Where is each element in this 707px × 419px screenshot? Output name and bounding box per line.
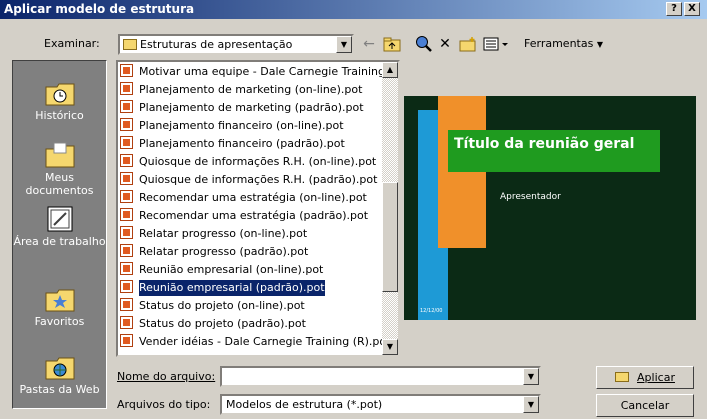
look-in-dropdown[interactable]: Estruturas de apresentação ▼: [118, 34, 354, 55]
delete-icon[interactable]: ✕: [436, 34, 454, 54]
template-file-icon: [120, 118, 133, 131]
look-in-label: Examinar:: [44, 37, 100, 50]
search-web-icon[interactable]: [414, 34, 434, 54]
vertical-scrollbar[interactable]: ▲ ▼: [382, 62, 398, 355]
title-bar: Aplicar modelo de estrutura: [0, 0, 707, 19]
cancel-button[interactable]: Cancelar: [596, 394, 694, 417]
template-file-icon: [120, 172, 133, 185]
list-item[interactable]: Quiosque de informações R.H. (padrão).po…: [120, 172, 384, 190]
chevron-down-icon[interactable]: ▼: [523, 368, 539, 385]
list-item[interactable]: Recomendar uma estratégia (padrão).pot: [120, 208, 384, 226]
filetype-dropdown[interactable]: Modelos de estrutura (*.pot) ▼: [220, 394, 541, 415]
template-preview: Título da reunião geral Apresentador 12/…: [404, 96, 696, 320]
list-item[interactable]: Recomendar uma estratégia (on-line).pot: [120, 190, 384, 208]
views-icon[interactable]: [482, 34, 512, 54]
preview-footer: 12/12/00: [420, 308, 443, 314]
template-file-icon: [120, 262, 133, 275]
preview-title-box: Título da reunião geral: [448, 130, 660, 172]
list-item[interactable]: Planejamento de marketing (on-line).pot: [120, 82, 384, 100]
template-file-icon: [120, 154, 133, 167]
template-file-icon: [120, 316, 133, 329]
template-file-icon: [120, 100, 133, 113]
template-file-icon: [120, 334, 133, 347]
list-item[interactable]: Motivar uma equipe - Dale Carnegie Train…: [120, 64, 398, 82]
web-folders-icon: [44, 353, 76, 381]
list-item[interactable]: Status do projeto (on-line).pot: [120, 298, 384, 316]
filename-label: Nome do arquivo:: [117, 370, 216, 383]
open-folder-icon: [615, 372, 630, 382]
new-folder-icon[interactable]: [458, 34, 478, 54]
list-item[interactable]: Vender idéias - Dale Carnegie Training (…: [120, 334, 390, 352]
template-file-icon: [120, 280, 133, 293]
chevron-down-icon[interactable]: ▼: [523, 396, 539, 413]
filetype-label: Arquivos do tipo:: [117, 398, 211, 411]
template-file-icon: [120, 82, 133, 95]
template-file-icon: [120, 136, 133, 149]
favorites-icon: [44, 285, 76, 313]
preview-title: Título da reunião geral: [454, 136, 635, 152]
close-button[interactable]: X: [684, 2, 700, 16]
help-button[interactable]: ?: [666, 2, 682, 16]
list-item[interactable]: Status do projeto (padrão).pot: [120, 316, 384, 334]
place-history[interactable]: Histórico: [13, 79, 106, 122]
desktop-icon: [44, 205, 76, 233]
chevron-down-icon: ▼: [596, 40, 603, 49]
place-favorites[interactable]: Favoritos: [13, 285, 106, 328]
list-item[interactable]: Relatar progresso (on-line).pot: [120, 226, 384, 244]
chevron-down-icon[interactable]: ▼: [336, 36, 352, 53]
history-icon: [44, 79, 76, 107]
apply-button[interactable]: Aplicar: [596, 366, 694, 389]
list-item[interactable]: Planejamento financeiro (on-line).pot: [120, 118, 384, 136]
filename-input[interactable]: ▼: [220, 366, 541, 387]
template-file-icon: [120, 190, 133, 203]
back-arrow-icon[interactable]: ←: [360, 34, 378, 54]
file-list[interactable]: Motivar uma equipe - Dale Carnegie Train…: [116, 60, 400, 357]
preview-subtitle: Apresentador: [500, 192, 561, 202]
place-web-folders[interactable]: Pastas da Web: [13, 353, 106, 396]
my-documents-icon: [44, 141, 76, 169]
template-file-icon: [120, 298, 133, 311]
folder-icon: [123, 39, 137, 50]
template-file-icon: [120, 208, 133, 221]
list-item[interactable]: Planejamento financeiro (padrão).pot: [120, 136, 384, 154]
list-item[interactable]: Quiosque de informações R.H. (on-line).p…: [120, 154, 384, 172]
template-file-icon: [120, 64, 133, 77]
template-file-icon: [120, 226, 133, 239]
scroll-up-icon[interactable]: ▲: [382, 62, 398, 78]
list-item[interactable]: Planejamento de marketing (padrão).pot: [120, 100, 384, 118]
place-desktop[interactable]: Área de trabalho: [13, 205, 106, 248]
look-in-value: Estruturas de apresentação: [140, 38, 293, 51]
list-item[interactable]: Relatar progresso (padrão).pot: [120, 244, 384, 262]
scroll-down-icon[interactable]: ▼: [382, 339, 398, 355]
tools-menu[interactable]: Ferramentas ▼: [524, 37, 603, 50]
up-folder-icon[interactable]: [382, 34, 402, 54]
preview-orange-bar: [438, 96, 486, 248]
places-bar: Histórico Meus documentos Área de trabal…: [12, 60, 107, 409]
list-item[interactable]: Reunião empresarial (on-line).pot: [120, 262, 384, 280]
place-my-documents[interactable]: Meus documentos: [13, 141, 106, 197]
template-file-icon: [120, 244, 133, 257]
list-item-selected[interactable]: Reunião empresarial (padrão).pot: [120, 279, 384, 298]
scroll-thumb[interactable]: [382, 182, 398, 292]
window-title: Aplicar modelo de estrutura: [4, 2, 195, 16]
